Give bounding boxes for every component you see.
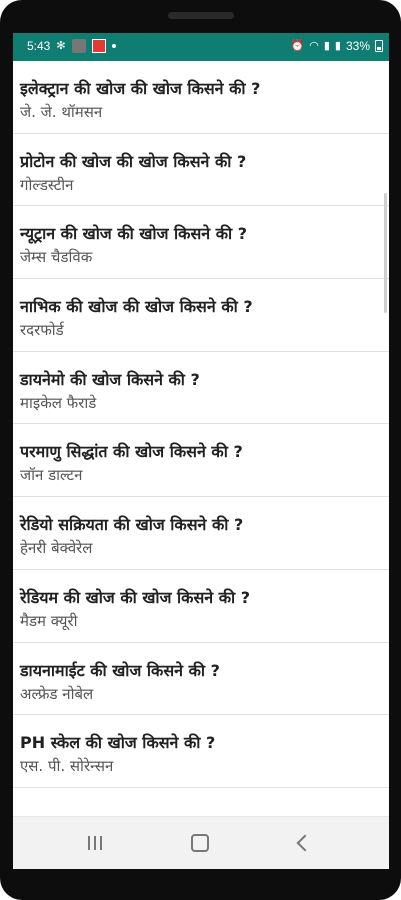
- status-bar: 5:43 ✻ ⏰ ◠ ▮ ▮ 33%: [13, 33, 389, 61]
- list-item[interactable]: नाभिक की खोज की खोज किसने की ? रदरफोर्ड: [13, 279, 389, 352]
- list-item[interactable]: परमाणु सिद्धांत की खोज किसने की ? जॉन डा…: [13, 424, 389, 498]
- signal-2-icon: ▮: [334, 40, 341, 52]
- list-item[interactable]: प्रोटोन की खोज की खोज किसने की ? गोल्डस्…: [13, 134, 389, 207]
- answer-text: जॉन डाल्टन: [20, 466, 83, 485]
- status-time: 5:43: [27, 39, 51, 53]
- phone-frame: 5:43 ✻ ⏰ ◠ ▮ ▮ 33% इलेक्ट्रान की खोज की …: [0, 0, 401, 900]
- question-text: प्रोटोन की खोज की खोज किसने की ?: [20, 151, 247, 171]
- answer-text: जे. जे. थॉमसन: [20, 103, 103, 121]
- battery-icon: [375, 40, 383, 52]
- question-text: रेडियो सक्रियता की खोज किसने की ?: [20, 515, 244, 535]
- answer-text: एस. पी. सोरेन्सन: [20, 757, 114, 776]
- scrollbar[interactable]: [384, 193, 387, 313]
- notification-app-icon: [71, 39, 86, 53]
- list-item[interactable]: इलेक्ट्रान की खोज की खोज किसने की ? जे. …: [13, 61, 389, 134]
- list-item[interactable]: डायनेमो की खोज किसने की ? माइकेल फैराडे: [13, 352, 389, 425]
- qa-list: इलेक्ट्रान की खोज की खोज किसने की ? जे. …: [13, 61, 389, 788]
- list-item[interactable]: न्यूट्रान की खोज की खोज किसने की ? जेम्स…: [13, 206, 389, 280]
- back-button[interactable]: [285, 831, 325, 855]
- answer-text: माइकेल फैराडे: [20, 393, 97, 412]
- signal-1-icon: ▮: [323, 40, 330, 52]
- question-text: PH स्केल की खोज किसने की ?: [20, 733, 216, 753]
- question-text: डायनामाईट की खोज किसने की ?: [20, 660, 220, 680]
- answer-text: अल्फ्रेड नोबेल: [20, 684, 94, 703]
- question-text: इलेक्ट्रान की खोज की खोज किसने की ?: [20, 79, 261, 98]
- answer-text: जेम्स चैडविक: [20, 248, 93, 267]
- wifi-icon: ◠: [309, 40, 319, 52]
- home-icon: [191, 834, 209, 852]
- more-notifications-dot-icon: [111, 44, 116, 48]
- question-text: नाभिक की खोज की खोज किसने की ?: [20, 297, 253, 317]
- alarm-icon: ⏰: [290, 40, 305, 52]
- answer-text: हेनरी बेक्वेरेल: [20, 539, 93, 558]
- recent-apps-button[interactable]: [75, 831, 115, 855]
- earpiece-speaker: [168, 12, 234, 19]
- list-item[interactable]: रेडियो सक्रियता की खोज किसने की ? हेनरी …: [13, 497, 389, 570]
- question-text: परमाणु सिद्धांत की खोज किसने की ?: [20, 442, 243, 462]
- answer-text: रदरफोर्ड: [20, 321, 64, 340]
- battery-percent: 33%: [345, 39, 370, 53]
- question-text: रेडियम की खोज की खोज किसने की ?: [20, 587, 251, 607]
- list-item[interactable]: रेडियम की खोज की खोज किसने की ? मैडम क्य…: [13, 570, 389, 643]
- back-chevron-icon: [296, 834, 314, 852]
- question-text: डायनेमो की खोज किसने की ?: [20, 369, 200, 389]
- question-text: न्यूट्रान की खोज की खोज किसने की ?: [20, 224, 247, 244]
- answer-text: गोल्डस्टीन: [20, 175, 74, 194]
- list-item[interactable]: PH स्केल की खोज किसने की ? एस. पी. सोरेन…: [13, 715, 389, 788]
- list-item[interactable]: डायनामाईट की खोज किसने की ? अल्फ्रेड नोब…: [13, 643, 389, 716]
- navigation-bar: [13, 816, 389, 869]
- recent-apps-icon: [88, 836, 102, 850]
- screen: 5:43 ✻ ⏰ ◠ ▮ ▮ 33% इलेक्ट्रान की खोज की …: [13, 33, 389, 869]
- home-button[interactable]: [180, 831, 220, 855]
- answer-text: मैडम क्यूरी: [20, 611, 78, 630]
- settings-gear-icon: ✻: [56, 40, 66, 52]
- notification-red-icon: [91, 39, 106, 53]
